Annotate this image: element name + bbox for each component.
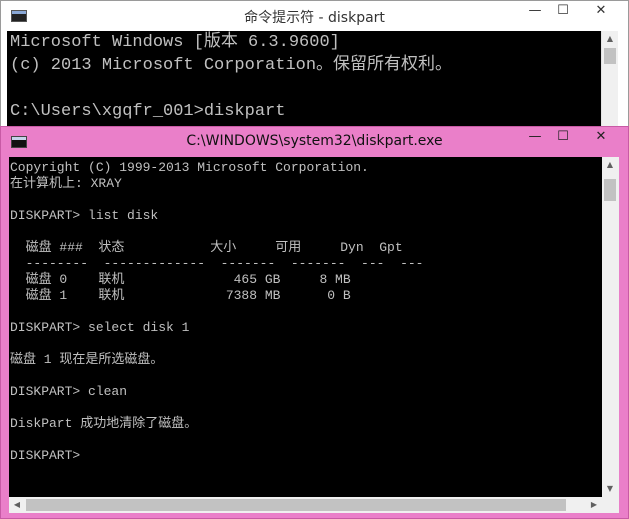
cmd-window: 命令提示符 - diskpart — ☐ ✕ Microsoft Windows… — [0, 0, 629, 130]
disk-table-row: 磁盘 0 联机 465 GB 8 MB — [10, 272, 351, 287]
scroll-up-arrow-icon[interactable]: ▲ — [602, 157, 618, 173]
console-line: Copyright (C) 1999-2013 Microsoft Corpor… — [10, 160, 369, 175]
scroll-right-arrow-icon[interactable]: ▶ — [586, 497, 602, 513]
scrollbar-corner — [602, 497, 619, 513]
diskpart-window: C:\WINDOWS\system32\diskpart.exe — ☐ ✕ C… — [0, 126, 629, 519]
console-line: C:\Users\xgqfr_001>diskpart — [10, 102, 286, 121]
scroll-thumb[interactable] — [604, 179, 616, 201]
horizontal-scrollbar[interactable]: ◀ ▶ — [9, 497, 602, 513]
command-prompt[interactable]: DISKPART> — [10, 448, 602, 464]
minimize-button[interactable]: — — [521, 127, 549, 149]
title-bar[interactable]: C:\WINDOWS\system32\diskpart.exe — ☐ ✕ — [1, 127, 628, 157]
console-output[interactable]: Copyright (C) 1999-2013 Microsoft Corpor… — [9, 157, 602, 497]
close-button[interactable]: ✕ — [577, 127, 625, 149]
console-line: 在计算机上: XRAY — [10, 176, 122, 191]
title-bar[interactable]: 命令提示符 - diskpart — ☐ ✕ — [1, 1, 628, 31]
console-line: DISKPART> select disk 1 — [10, 320, 190, 335]
maximize-button[interactable]: ☐ — [549, 1, 577, 23]
minimize-button[interactable]: — — [521, 1, 549, 23]
console-output[interactable]: Microsoft Windows [版本 6.3.9600] (c) 2013 … — [7, 31, 601, 129]
disk-table-header: 磁盘 ### 状态 大小 可用 Dyn Gpt — [10, 240, 403, 255]
scroll-left-arrow-icon[interactable]: ◀ — [9, 497, 25, 513]
scroll-thumb[interactable] — [604, 48, 616, 64]
scroll-up-arrow-icon[interactable]: ▲ — [602, 31, 618, 47]
console-line: (c) 2013 Microsoft Corporation。保留所有权利。 — [10, 56, 453, 75]
vertical-scrollbar[interactable]: ▲ ▼ — [602, 157, 619, 497]
console-line: 磁盘 1 现在是所选磁盘。 — [10, 352, 164, 367]
close-button[interactable]: ✕ — [577, 1, 625, 23]
disk-table-row: 磁盘 1 联机 7388 MB 0 B — [10, 288, 351, 303]
console-line: Microsoft Windows [版本 6.3.9600] — [10, 33, 340, 52]
console-line: DISKPART> list disk — [10, 208, 159, 223]
maximize-button[interactable]: ☐ — [549, 127, 577, 149]
console-line: DISKPART> clean — [10, 384, 128, 399]
vertical-scrollbar[interactable]: ▲ — [601, 31, 618, 129]
scroll-thumb[interactable] — [26, 499, 566, 511]
disk-table-separator: -------- ------------- ------- ------- -… — [10, 256, 424, 271]
scroll-down-arrow-icon[interactable]: ▼ — [602, 481, 618, 497]
console-line: DiskPart 成功地清除了磁盘。 — [10, 416, 198, 431]
